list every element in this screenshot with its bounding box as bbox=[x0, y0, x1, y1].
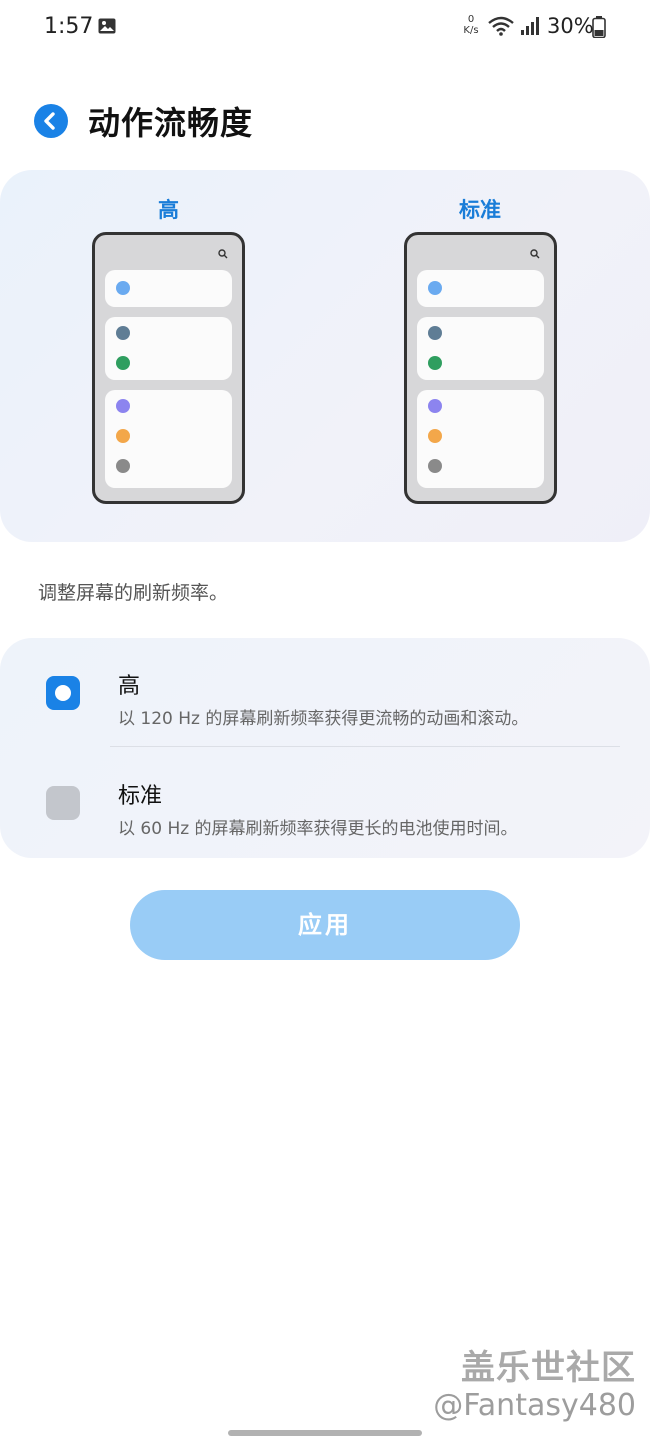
back-button[interactable] bbox=[34, 104, 68, 138]
preview-card: 高 标准 bbox=[0, 170, 650, 542]
preview-dot bbox=[116, 429, 130, 443]
status-time: 1:57 bbox=[44, 14, 94, 39]
network-speed: 0 K/s bbox=[460, 14, 482, 36]
network-speed-value: 0 bbox=[467, 14, 475, 25]
refresh-rate-options: 高 以 120 Hz 的屏幕刷新频率获得更流畅的动画和滚动。 标准 以 60 H… bbox=[0, 638, 650, 858]
preview-list-block bbox=[105, 390, 232, 488]
preview-dot bbox=[116, 326, 130, 340]
preview-dot bbox=[116, 399, 130, 413]
preview-dot bbox=[428, 326, 442, 340]
battery-icon bbox=[592, 16, 606, 38]
network-speed-unit: K/s bbox=[463, 25, 479, 36]
preview-label-standard: 标准 bbox=[459, 198, 501, 222]
search-icon bbox=[218, 249, 228, 259]
chevron-left-icon bbox=[44, 112, 55, 130]
page-title: 动作流畅度 bbox=[88, 104, 254, 142]
status-bar: 1:57 0 K/s 30% bbox=[0, 0, 650, 56]
preview-list-block bbox=[105, 270, 232, 307]
radio-standard[interactable] bbox=[46, 786, 80, 820]
option-standard-title: 标准 bbox=[118, 784, 163, 809]
signal-icon bbox=[521, 17, 539, 35]
apply-button[interactable]: 应用 bbox=[130, 890, 520, 960]
preview-dot bbox=[428, 429, 442, 443]
preview-dot bbox=[428, 399, 442, 413]
option-standard-description: 以 60 Hz 的屏幕刷新频率获得更长的电池使用时间。 bbox=[118, 819, 518, 839]
preview-dot bbox=[116, 356, 130, 370]
preview-dot bbox=[116, 459, 130, 473]
watermark-title: 盖乐世社区 bbox=[461, 1348, 636, 1388]
radio-high[interactable] bbox=[46, 676, 80, 710]
preview-label-high: 高 bbox=[158, 198, 179, 222]
phone-preview-standard bbox=[404, 232, 557, 504]
option-high-title: 高 bbox=[118, 674, 141, 699]
option-high-description: 以 120 Hz 的屏幕刷新频率获得更流畅的动画和滚动。 bbox=[118, 709, 529, 729]
preview-dot bbox=[428, 281, 442, 295]
preview-list-block bbox=[417, 390, 544, 488]
option-divider bbox=[110, 746, 620, 747]
search-icon bbox=[530, 249, 540, 259]
preview-list-block bbox=[105, 317, 232, 380]
settings-description: 调整屏幕的刷新频率。 bbox=[38, 582, 229, 604]
preview-dot bbox=[428, 459, 442, 473]
watermark-user: @Fantasy480 bbox=[433, 1388, 636, 1423]
preview-list-block bbox=[417, 317, 544, 380]
home-indicator[interactable] bbox=[228, 1430, 422, 1436]
wifi-icon bbox=[488, 16, 514, 36]
phone-preview-high bbox=[92, 232, 245, 504]
battery-percentage: 30% bbox=[547, 14, 594, 38]
preview-dot bbox=[116, 281, 130, 295]
preview-list-block bbox=[417, 270, 544, 307]
gallery-notification-icon bbox=[98, 18, 116, 34]
preview-dot bbox=[428, 356, 442, 370]
